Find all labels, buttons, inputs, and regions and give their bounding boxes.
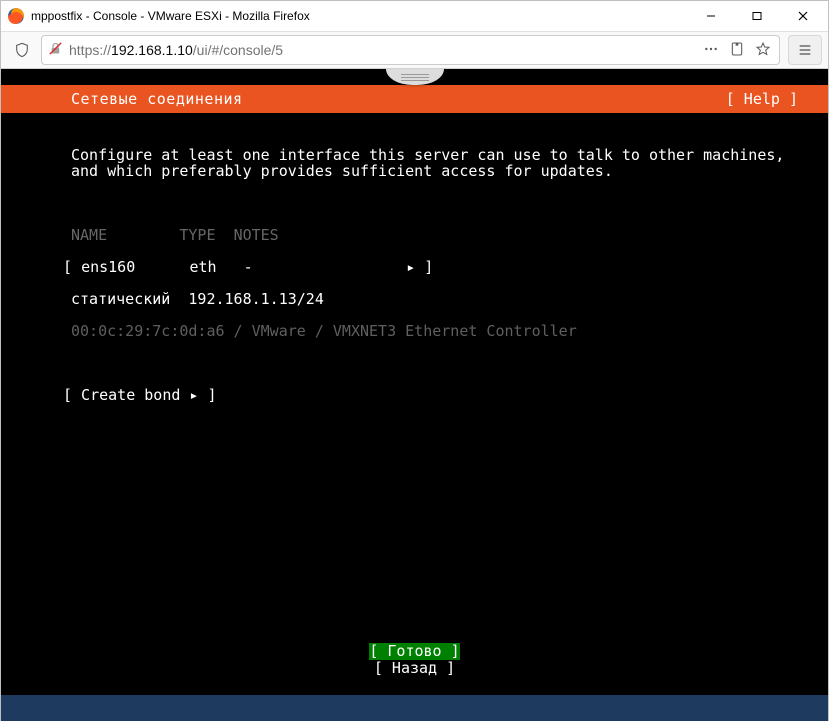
bookmark-star-icon[interactable] [755,41,771,60]
footer-buttons: [ Готово ] [ Назад ] [1,643,828,677]
instruction-text: Configure at least one interface this se… [1,147,828,179]
address-bar: https://192.168.1.10/ui/#/console/5 [1,31,828,69]
interface-hardware: 00:0c:29:7c:0d:a6 / VMware / VMXNET3 Eth… [1,323,828,339]
vmware-console[interactable]: Сетевые соединения [ Help ] Configure at… [1,69,828,721]
create-bond-button[interactable]: [ Create bond ▸ ] [1,387,828,403]
maximize-button[interactable] [734,1,780,31]
reader-mode-icon[interactable] [729,41,745,60]
window-titlebar: mppostfix - Console - VMware ESXi - Mozi… [1,1,828,31]
firefox-icon [7,7,25,25]
header-title: Сетевые соединения [71,90,243,108]
lock-warning-icon [48,41,63,59]
column-headers: NAME TYPE NOTES [1,227,828,243]
console-bottom-bar [1,695,828,721]
more-icon[interactable] [703,41,719,60]
close-button[interactable] [780,1,826,31]
app-menu-button[interactable] [788,35,822,65]
done-button[interactable]: [ Готово ] [369,643,459,660]
interface-row[interactable]: [ ens160 eth - ▸ ] [1,259,828,275]
interface-config: статический 192.168.1.13/24 [1,291,828,307]
back-button[interactable]: [ Назад ] [374,660,455,677]
minimize-button[interactable] [688,1,734,31]
tracking-shield-icon[interactable] [7,35,37,65]
terminal-body: Configure at least one interface this se… [1,113,828,435]
url-text: https://192.168.1.10/ui/#/console/5 [69,42,697,58]
help-button[interactable]: [ Help ] [726,90,816,108]
window-title: mppostfix - Console - VMware ESXi - Mozi… [31,9,310,23]
installer-header: Сетевые соединения [ Help ] [1,85,828,113]
url-input[interactable]: https://192.168.1.10/ui/#/console/5 [41,35,780,65]
